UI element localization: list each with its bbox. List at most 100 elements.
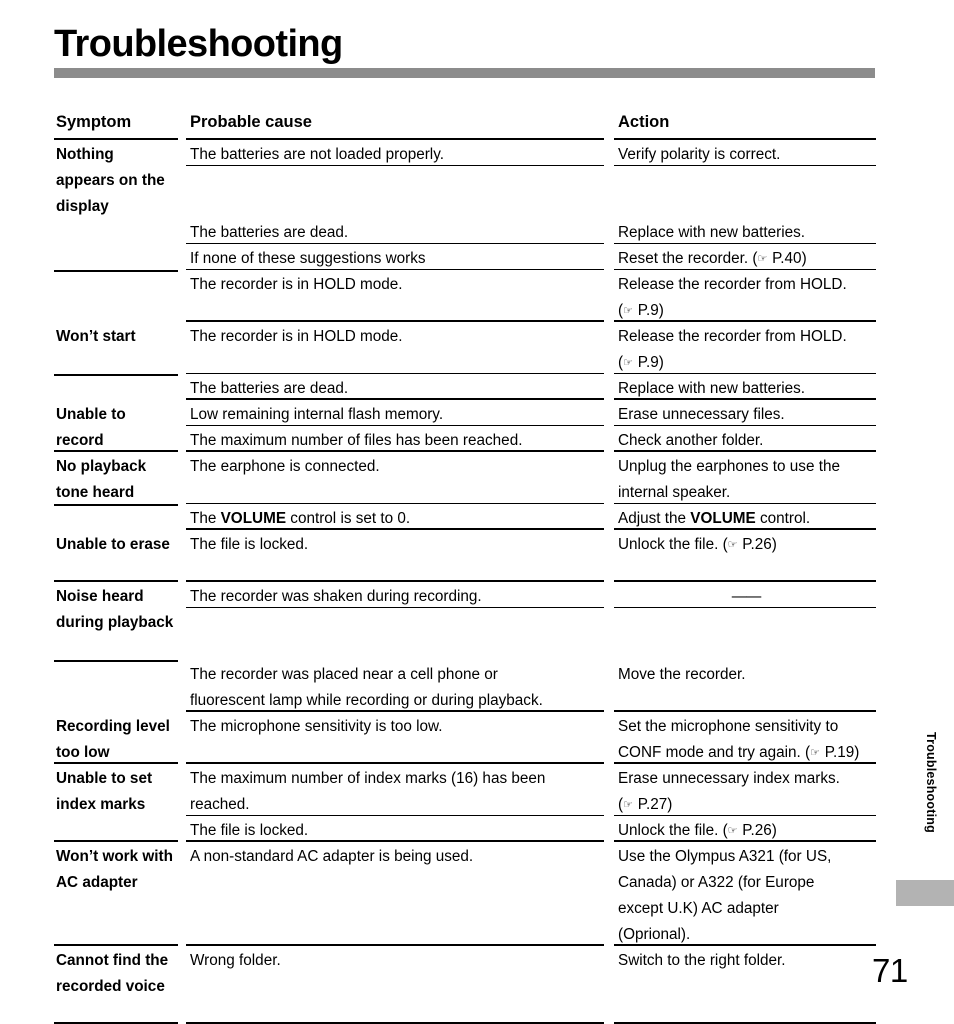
- symptom-group-end: [54, 426, 178, 452]
- table-row: Nothing appears on the display The batte…: [54, 140, 876, 218]
- action-line: (☞ P.9): [618, 298, 874, 324]
- column-gap: [604, 426, 614, 452]
- action-line: internal speaker.: [618, 484, 731, 501]
- column-gap: [604, 400, 614, 426]
- table-row: The recorder is in HOLD mode. Release th…: [54, 270, 876, 322]
- volume-keyword: VOLUME: [220, 510, 287, 527]
- symptom-cell: Unable to record: [54, 400, 178, 449]
- action-text-post: control.: [755, 510, 811, 527]
- cause-cell: A non-standard AC adapter is being used.: [186, 842, 604, 946]
- action-cell: Release the recorder from HOLD. (☞ P.9): [614, 270, 876, 322]
- page-title: Troubleshooting: [54, 23, 343, 65]
- cause-line: The maximum number of index marks (16) h…: [190, 770, 546, 787]
- table-row: Unable to record Low remaining internal …: [54, 400, 876, 449]
- page-ref-icon: ☞: [757, 253, 768, 265]
- symptom-cell: Won’t work with AC adapter: [54, 842, 178, 946]
- page-ref: P.26: [742, 822, 772, 839]
- table-row: Cannot find the recorded voice Wrong fol…: [54, 946, 876, 1024]
- vertical-chapter-label: Troubleshooting: [924, 732, 938, 833]
- page-ref: P.26: [742, 536, 772, 553]
- action-line: Release the recorder from HOLD.: [618, 328, 847, 345]
- cause-cell: The recorder was placed near a cell phon…: [186, 660, 604, 712]
- column-gap: [178, 426, 186, 452]
- page-ref: P.9: [637, 354, 659, 371]
- action-cell: Replace with new batteries.: [614, 218, 876, 244]
- table-row: If none of these suggestions works Reset…: [54, 244, 876, 270]
- action-cell-empty: ——: [614, 582, 876, 608]
- column-header-symptom: Symptom: [54, 108, 178, 140]
- column-gap: [178, 322, 186, 374]
- action-cell: Adjust the VOLUME control.: [614, 504, 876, 530]
- column-gap: [178, 946, 186, 1024]
- action-line: except U.K) AC adapter: [618, 900, 779, 917]
- page-ref: P.19: [824, 744, 855, 761]
- table-row: Won’t start The recorder is in HOLD mode…: [54, 322, 876, 374]
- action-line: (☞ P.27): [618, 792, 874, 818]
- action-cell: Release the recorder from HOLD. (☞ P.9): [614, 322, 876, 374]
- title-rule-bar: [54, 68, 875, 78]
- page-ref-icon: ☞: [623, 357, 634, 369]
- symptom-cell: Unable to erase: [54, 530, 178, 582]
- cause-line: fluorescent lamp while recording or duri…: [190, 692, 543, 709]
- troubleshooting-table: Symptom Probable cause Action Nothing ap…: [54, 108, 876, 1024]
- action-cell: Reset the recorder. (☞ P.40): [614, 244, 876, 270]
- symptom-text: Recording level too low: [56, 718, 170, 761]
- cause-text: The: [190, 510, 221, 527]
- symptom-cell: Noise heard during playback: [54, 582, 178, 660]
- symptom-cell: Nothing appears on the display: [54, 140, 178, 218]
- action-text: Unlock the file. (: [618, 822, 728, 839]
- column-gap: [604, 140, 614, 218]
- symptom-text: Unable to set index marks: [56, 770, 153, 813]
- symptom-group-end: [54, 374, 178, 376]
- symptom-text: Nothing appears on the display: [56, 146, 165, 215]
- cause-cell: The maximum number of index marks (16) h…: [186, 764, 604, 816]
- action-cell: Erase unnecessary index marks. (☞ P.27): [614, 764, 876, 816]
- column-header-cause: Probable cause: [186, 108, 604, 140]
- action-cell: Unlock the file. (☞ P.26): [614, 530, 876, 582]
- column-gap: [178, 452, 186, 504]
- table-row: The recorder was placed near a cell phon…: [54, 660, 876, 712]
- symptom-text: Won’t start: [56, 328, 136, 345]
- cause-cell: The microphone sensitivity is too low.: [186, 712, 604, 764]
- action-text-post: ): [658, 302, 664, 319]
- cause-cell: If none of these suggestions works: [186, 244, 604, 270]
- symptom-text: Won’t work with AC adapter: [56, 848, 173, 891]
- cause-cell: The maximum number of files has been rea…: [186, 426, 604, 452]
- table-row: No playback tone heard The earphone is c…: [54, 452, 876, 504]
- column-gap: [604, 842, 614, 946]
- table-header-row: Symptom Probable cause Action: [54, 108, 876, 140]
- cause-cell: The batteries are not loaded properly.: [186, 140, 604, 166]
- page-ref: P.9: [637, 302, 659, 319]
- table-row: Recording level too low The microphone s…: [54, 712, 876, 764]
- symptom-group-end: [54, 660, 178, 662]
- column-gap: [604, 108, 614, 140]
- table-row: Noise heard during playback The recorder…: [54, 582, 876, 660]
- chapter-tab-marker: [896, 880, 954, 906]
- action-line: Unplug the earphones to use the: [618, 458, 840, 475]
- page-ref-icon: ☞: [727, 825, 739, 837]
- column-header-action: Action: [614, 108, 876, 140]
- column-gap: [178, 140, 186, 218]
- action-cell: Erase unnecessary files.: [614, 400, 876, 426]
- table-row: Won’t work with AC adapter A non-standar…: [54, 842, 876, 946]
- action-cell: Check another folder.: [614, 426, 876, 452]
- cause-cell: The recorder was shaken during recording…: [186, 582, 604, 608]
- action-line: Use the Olympus A321 (for US,: [618, 848, 832, 865]
- symptom-text: Noise heard during playback: [56, 588, 174, 631]
- action-line: (☞ P.9): [618, 350, 874, 376]
- action-cell: Verify polarity is correct.: [614, 140, 876, 166]
- column-gap: [178, 712, 186, 764]
- symptom-group-end: [54, 504, 178, 506]
- symptom-text: No playback tone heard: [56, 458, 147, 501]
- cause-cell: The batteries are dead.: [186, 374, 604, 400]
- column-gap: [604, 582, 614, 660]
- action-cell: Use the Olympus A321 (for US, Canada) or…: [614, 842, 876, 946]
- column-gap: [604, 712, 614, 764]
- cause-cell: The recorder is in HOLD mode.: [186, 322, 604, 374]
- column-gap: [604, 530, 614, 582]
- symptom-text: Unable to erase: [56, 536, 170, 553]
- symptom-cell: No playback tone heard: [54, 452, 178, 504]
- symptom-cell: Won’t start: [54, 322, 178, 374]
- page-ref: P.40: [772, 250, 802, 267]
- column-gap: [178, 108, 186, 140]
